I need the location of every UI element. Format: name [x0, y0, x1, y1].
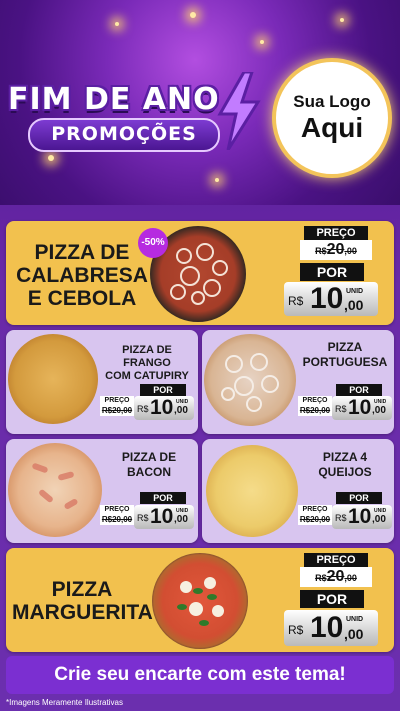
- old-price: R$20,00: [300, 240, 372, 260]
- headline-subtitle: PROMOÇÕES: [28, 118, 220, 152]
- pizza-image: [204, 334, 296, 426]
- preco-label: PREÇO: [100, 505, 134, 514]
- sparkle-icon: [340, 18, 344, 22]
- old-price: R$20,00: [100, 514, 134, 525]
- product-name: PIZZA DE CALABRESA E CEBOLA: [16, 241, 148, 310]
- old-price: R$20,00: [298, 405, 332, 416]
- old-price: R$20,00: [300, 567, 372, 587]
- sparkle-icon: [215, 178, 219, 182]
- pizza-image: [152, 553, 248, 649]
- price-tag: R$ 10 UNID ,00: [134, 396, 194, 420]
- price-tag: R$ 10 UNID ,00: [332, 505, 392, 529]
- logo-placeholder[interactable]: Sua Logo Aqui: [272, 58, 392, 178]
- logo-line2: Aqui: [300, 112, 364, 143]
- sparkle-icon: [48, 155, 54, 161]
- por-label: POR: [336, 492, 382, 504]
- preco-label: PREÇO: [298, 505, 332, 514]
- product-name: PIZZA DE BACON: [121, 450, 177, 479]
- price-tag: R$ 10 UNID ,00: [284, 610, 378, 646]
- logo-line1: Sua Logo: [293, 92, 371, 111]
- pizza-image: [206, 445, 298, 537]
- pizza-image: [8, 443, 102, 537]
- headline-title: FIM DE ANO: [8, 82, 220, 117]
- disclaimer-note: *Imagens Meramente Ilustrativas: [6, 698, 123, 707]
- cta-button[interactable]: Crie seu encarte com este tema!: [6, 656, 394, 694]
- por-label: POR: [140, 492, 186, 504]
- product-name: PIZZA MARGUERITA: [12, 578, 153, 624]
- price-tag: R$ 10 UNID ,00: [284, 282, 378, 316]
- preco-label: PREÇO: [304, 553, 368, 567]
- preco-label: PREÇO: [304, 226, 368, 240]
- price-tag: R$ 10 UNID ,00: [134, 505, 194, 529]
- product-name: PIZZA PORTUGUESA: [302, 340, 388, 369]
- por-label: POR: [336, 384, 382, 396]
- por-label: POR: [140, 384, 186, 396]
- old-price: R$20,00: [100, 405, 134, 416]
- old-price: R$20,00: [298, 514, 332, 525]
- product-name: PIZZA DE FRANGO COM CATUPIRY: [105, 344, 189, 382]
- preco-label: PREÇO: [298, 396, 332, 405]
- por-label: POR: [300, 590, 364, 608]
- por-label: POR: [300, 263, 364, 281]
- lightning-icon: [217, 72, 261, 150]
- price-tag: R$ 10 UNID ,00: [332, 396, 392, 420]
- preco-label: PREÇO: [100, 396, 134, 405]
- product-name: PIZZA 4 QUEIJOS: [318, 450, 372, 479]
- pizza-image: [8, 334, 98, 424]
- sparkle-icon: [190, 12, 196, 18]
- sparkle-icon: [115, 22, 119, 26]
- sparkle-icon: [260, 40, 264, 44]
- discount-badge: -50%: [138, 228, 168, 258]
